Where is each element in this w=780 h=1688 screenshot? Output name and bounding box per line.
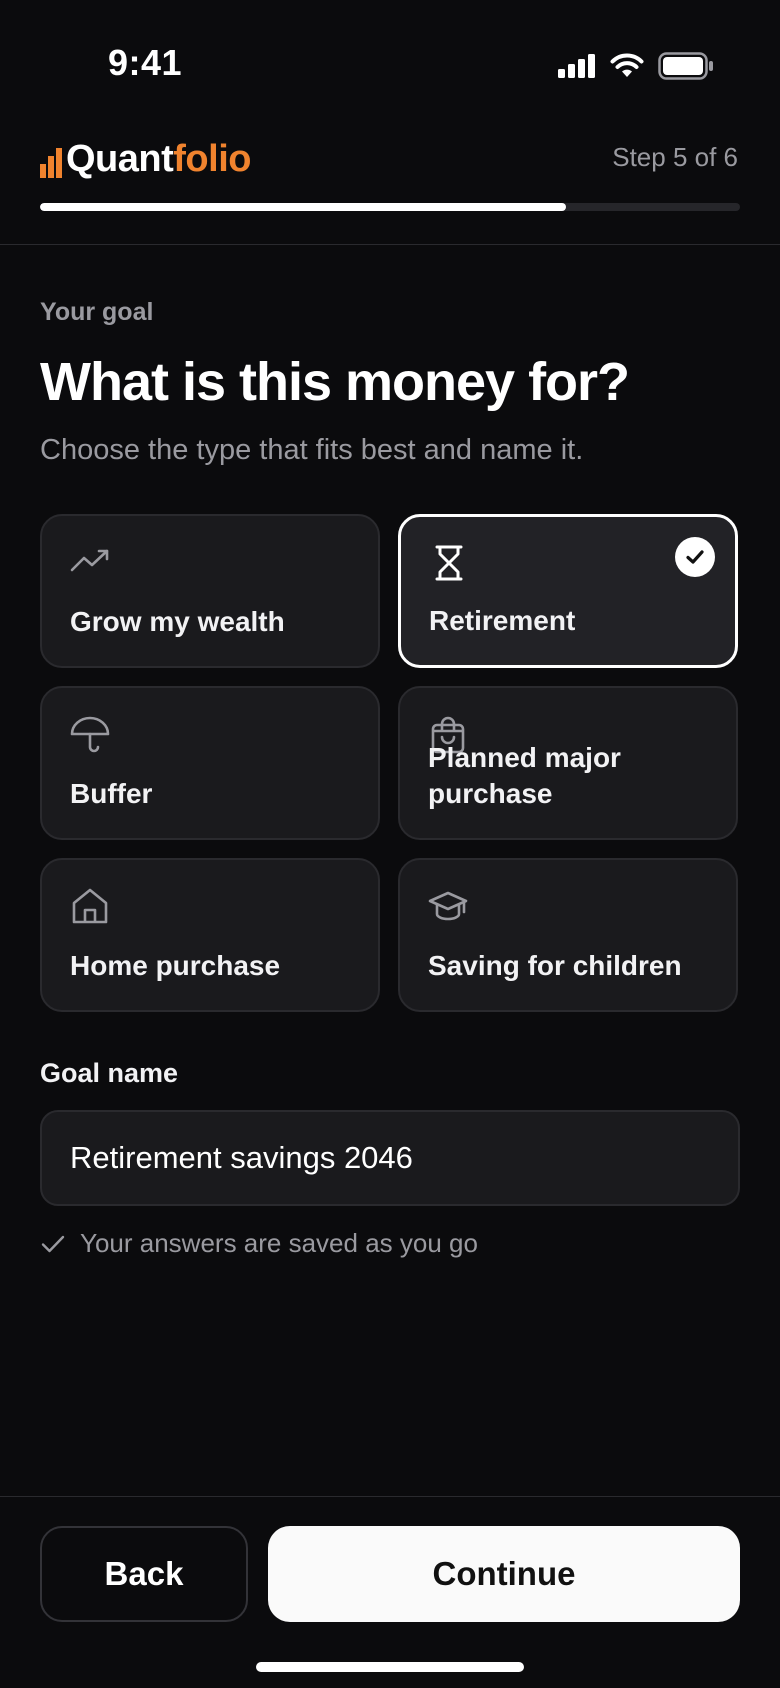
goal-card-planned-purchase[interactable]: Planned major purchase [398,686,738,840]
checkmark-icon [41,1235,65,1252]
goal-card-saving-children[interactable]: Saving for children [398,858,738,1012]
logo-bars-icon [40,148,62,178]
page-title: What is this money for? [40,352,630,412]
progress-bar [40,203,740,211]
progress-fill [40,203,567,211]
goal-name-field[interactable] [40,1110,740,1206]
status-icons [558,52,714,80]
goal-card-buffer[interactable]: Buffer [40,686,380,840]
section-eyebrow: Your goal [40,298,154,326]
goal-card-label: Saving for children [428,950,682,981]
goal-card-retirement[interactable]: Retirement [398,514,738,668]
home-icon [72,888,108,924]
selected-check-icon [675,537,715,577]
step-indicator: Step 5 of 6 [612,142,738,172]
goal-card-label: Planned major purchase [428,742,621,809]
goal-card-label: Grow my wealth [70,606,285,637]
goal-card-label: Buffer [70,778,153,809]
goal-card-grow-wealth[interactable]: Grow my wealth [40,514,380,668]
goal-card-label: Home purchase [70,950,281,981]
back-button[interactable]: Back [40,1526,248,1622]
goal-card-home-purchase[interactable]: Home purchase [40,858,380,1012]
goal-name-input[interactable] [70,1140,710,1176]
umbrella-icon [70,716,110,753]
page-subtitle: Choose the type that fits best and name … [40,434,584,466]
autosave-note: Your answers are saved as you go [40,1228,478,1259]
continue-button[interactable]: Continue [268,1526,740,1622]
battery-icon [658,52,713,80]
goal-card-label: Retirement [429,605,576,636]
hourglass-icon [435,545,463,581]
goal-name-label: Goal name [40,1058,179,1088]
logo-prefix: Quant [66,138,174,180]
signal-icon [558,54,595,78]
trending-up-icon [70,549,109,572]
logo-suffix: folio [173,138,251,180]
autosave-text: Your answers are saved as you go [80,1228,478,1258]
status-time: 9:41 [108,42,183,83]
graduation-cap-icon [428,891,468,921]
quantfolio-logo: Quantfolio [40,134,251,178]
footer-divider [0,1496,780,1497]
wifi-icon [610,53,644,77]
logo-wordmark: Quantfolio [66,140,251,178]
header-divider [0,244,780,245]
home-indicator [256,1662,524,1672]
